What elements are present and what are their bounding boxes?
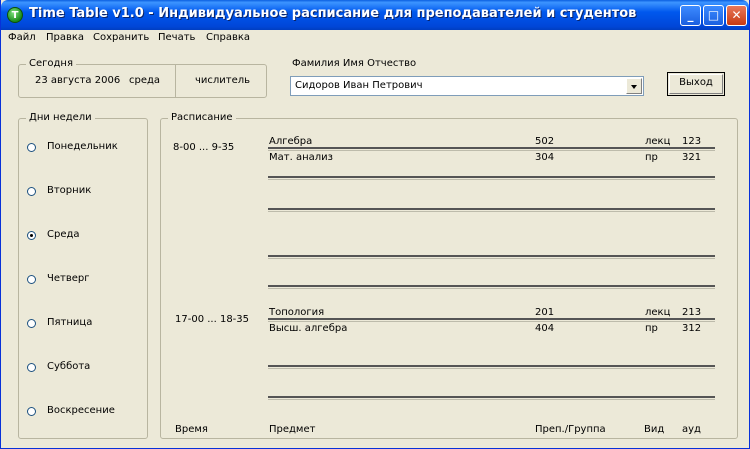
- day-label: Воскресение: [47, 405, 115, 416]
- room-cell: 213: [682, 307, 702, 318]
- day-label: Вторник: [47, 185, 92, 196]
- radio-icon: [27, 407, 36, 416]
- day-label: Понедельник: [47, 141, 118, 152]
- radio-icon: [27, 319, 36, 328]
- exit-button[interactable]: Выход: [667, 72, 725, 96]
- schedule-group: Расписание: [160, 112, 738, 439]
- subject-cell: Высш. алгебра: [269, 323, 348, 334]
- maximize-icon: □: [707, 8, 720, 22]
- room-cell: 312: [682, 323, 702, 334]
- header-type: Вид: [644, 424, 665, 435]
- room-cell: 321: [682, 152, 702, 163]
- radio-icon: [27, 275, 36, 284]
- subject-cell: Мат. анализ: [269, 152, 333, 163]
- group-cell: 304: [535, 152, 555, 163]
- menu-bar: Файл Правка Сохранить Печать Справка: [1, 30, 749, 48]
- name-select[interactable]: Сидоров Иван Петрович: [290, 76, 644, 96]
- window-title: Time Table v1.0 - Индивидуальное расписа…: [29, 6, 637, 21]
- menu-help[interactable]: Справка: [206, 32, 250, 43]
- name-field-label: Фамилия Имя Отчество: [292, 58, 417, 69]
- day-label: Среда: [47, 229, 80, 240]
- close-button[interactable]: ✕: [726, 5, 747, 26]
- title-bar[interactable]: T Time Table v1.0 - Индивидуальное распи…: [1, 0, 749, 30]
- menu-print[interactable]: Печать: [158, 32, 195, 43]
- menu-edit[interactable]: Правка: [46, 32, 84, 43]
- menu-save[interactable]: Сохранить: [93, 32, 149, 43]
- group-cell: 404: [535, 323, 555, 334]
- today-divider: [175, 65, 176, 97]
- radio-icon: [27, 187, 36, 196]
- radio-checked-icon: [27, 231, 36, 240]
- maximize-button[interactable]: □: [703, 5, 724, 26]
- header-subject: Предмет: [269, 424, 316, 435]
- days-group-label: Дни недели: [26, 112, 95, 123]
- subject-cell: Алгебра: [269, 136, 313, 147]
- type-cell: пр: [645, 152, 658, 163]
- slot-time: 8-00 ... 9-35: [173, 142, 235, 153]
- today-date: 23 августа 2006: [35, 75, 121, 86]
- menu-file[interactable]: Файл: [8, 32, 36, 43]
- main-window: T Time Table v1.0 - Индивидуальное распи…: [0, 0, 750, 449]
- slot-separator: [268, 147, 715, 151]
- minimize-icon: _: [687, 8, 694, 22]
- header-room: ауд: [682, 424, 701, 435]
- today-group-label: Сегодня: [26, 58, 76, 69]
- slot-time: 17-00 ... 18-35: [175, 314, 250, 325]
- minimize-button[interactable]: _: [680, 5, 701, 26]
- slot-separator: [268, 365, 715, 369]
- name-select-dropdown-button[interactable]: [626, 78, 642, 94]
- today-group: Сегодня 23 августа 2006 среда числитель: [18, 58, 267, 98]
- slot-separator: [268, 285, 715, 289]
- group-cell: 201: [535, 307, 555, 318]
- today-weekday: среда: [129, 75, 161, 86]
- subject-cell: Топология: [269, 307, 325, 318]
- slot-separator: [268, 208, 715, 212]
- slot-separator: [268, 176, 715, 180]
- days-group: Дни недели Понедельник Вторник Среда Чет…: [18, 112, 148, 439]
- schedule-group-label: Расписание: [168, 112, 236, 123]
- day-label: Четверг: [47, 273, 90, 284]
- group-cell: 502: [535, 136, 555, 147]
- radio-icon: [27, 143, 36, 152]
- app-icon: T: [7, 7, 23, 23]
- room-cell: 123: [682, 136, 702, 147]
- day-label: Суббота: [47, 361, 91, 372]
- slot-separator: [268, 255, 715, 259]
- chevron-down-icon: [631, 85, 637, 89]
- type-cell: пр: [645, 323, 658, 334]
- name-select-value: Сидоров Иван Петрович: [295, 80, 423, 91]
- close-icon: ✕: [731, 8, 742, 22]
- header-teacher-group: Преп./Группа: [535, 424, 606, 435]
- slot-separator: [268, 318, 715, 322]
- slot-separator: [268, 396, 715, 400]
- type-cell: лекц: [645, 307, 671, 318]
- type-cell: лекц: [645, 136, 671, 147]
- week-type: числитель: [195, 75, 251, 86]
- day-label: Пятница: [47, 317, 93, 328]
- header-time: Время: [175, 424, 208, 435]
- radio-icon: [27, 363, 36, 372]
